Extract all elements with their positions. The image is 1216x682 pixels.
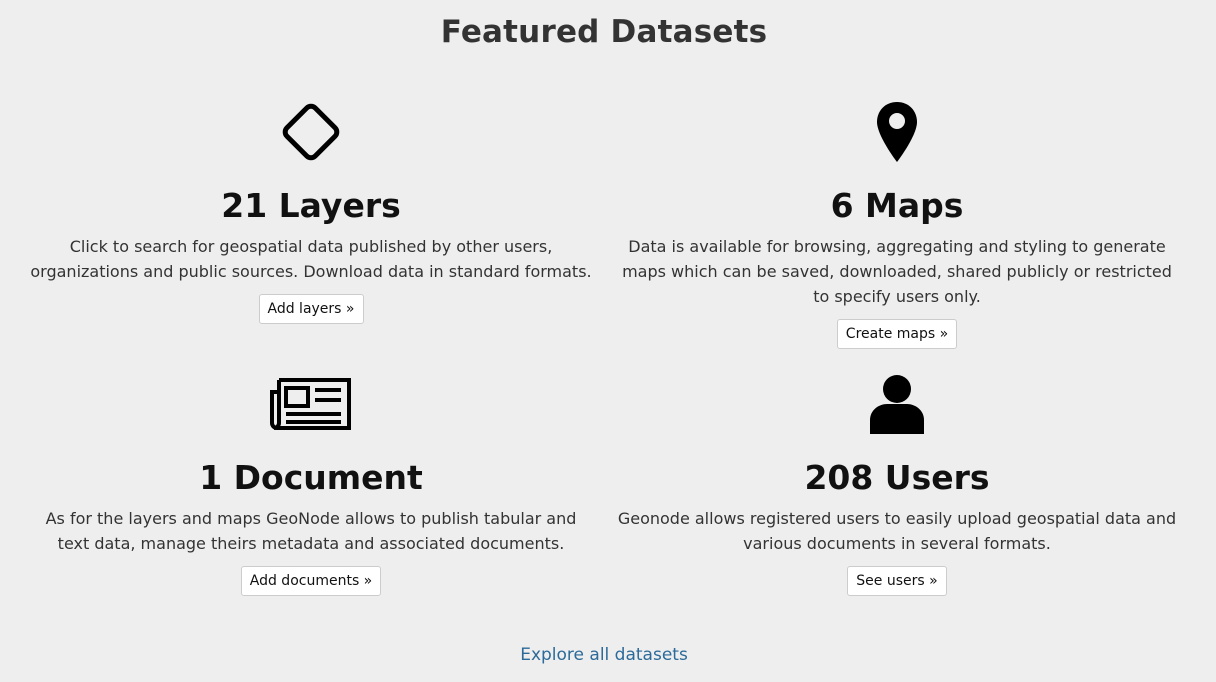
layers-count: 21 Layers [221, 186, 401, 225]
create-maps-button[interactable]: Create maps » [836, 319, 958, 349]
users-count: 208 Users [804, 458, 990, 497]
see-users-button[interactable]: See users » [847, 566, 947, 596]
explore-all-datasets-link[interactable]: Explore all datasets [0, 645, 1208, 665]
user-icon [612, 364, 1182, 444]
layers-card: 21 Layers Click to search for geospatial… [30, 92, 592, 324]
featured-datasets-section: Featured Datasets 21 Layers Click to sea… [0, 0, 1216, 682]
section-title: Featured Datasets [440, 14, 768, 50]
maps-card: 6 Maps Data is available for browsing, a… [612, 92, 1182, 349]
add-layers-button[interactable]: Add layers » [258, 294, 364, 324]
documents-description: As for the layers and maps GeoNode allow… [45, 509, 577, 553]
map-marker-icon [612, 92, 1182, 172]
diamond-icon [30, 92, 592, 172]
users-description: Geonode allows registered users to easil… [617, 509, 1177, 553]
maps-count: 6 Maps [830, 186, 964, 225]
add-documents-button[interactable]: Add documents » [240, 566, 382, 596]
layers-description: Click to search for geospatial data publ… [30, 237, 592, 281]
documents-card: 1 Document As for the layers and maps Ge… [30, 364, 592, 596]
maps-description: Data is available for browsing, aggregat… [622, 237, 1172, 306]
newspaper-icon [30, 364, 592, 444]
users-card: 208 Users Geonode allows registered user… [612, 364, 1182, 596]
documents-count: 1 Document [199, 458, 423, 497]
